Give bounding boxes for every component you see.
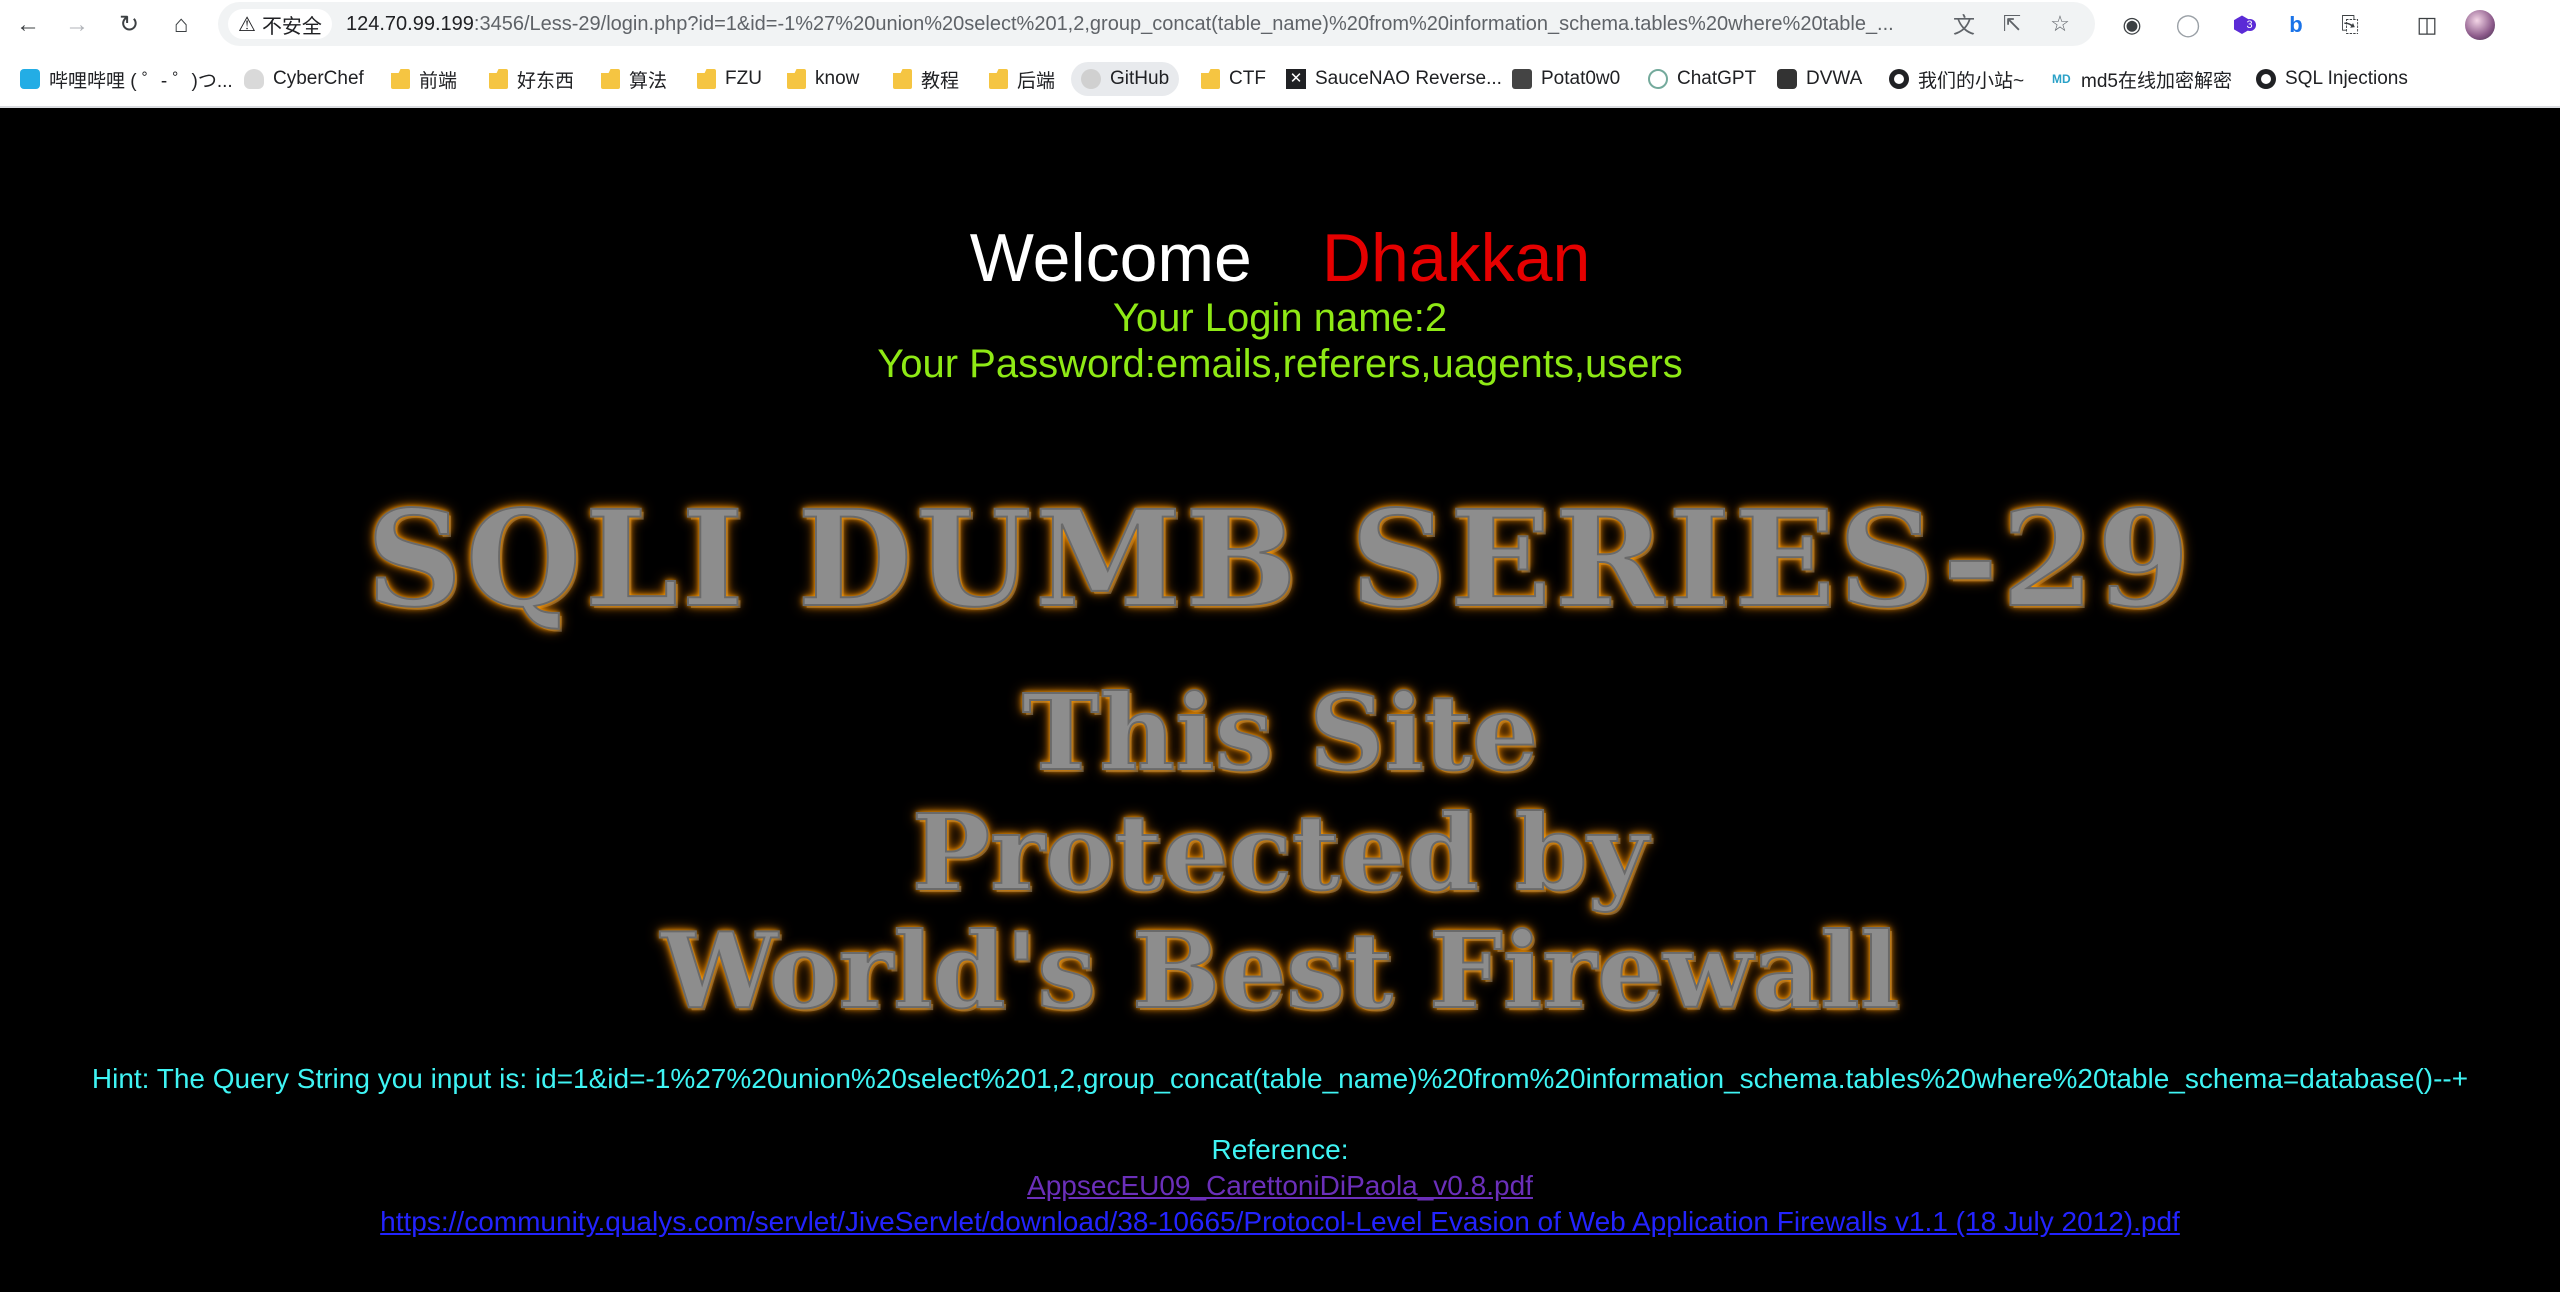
address-bar[interactable]: ⚠ 不安全 124.70.99.199:3456/Less-29/login.p…: [218, 2, 2095, 46]
folder-icon: [893, 69, 912, 89]
bookmark-label: 我们的小站~: [1918, 70, 2025, 92]
globe-icon: [2256, 69, 2276, 89]
bookmark-github[interactable]: GitHub: [1071, 62, 1180, 96]
bookmark-folder-backend[interactable]: 后端: [989, 62, 1055, 96]
folder-icon: [391, 69, 410, 89]
bookmark-label: FZU: [725, 68, 762, 89]
home-icon[interactable]: ⌂: [162, 6, 200, 44]
bookmark-folder-know[interactable]: know: [787, 62, 859, 96]
bookmark-label: 算法: [629, 70, 668, 92]
bookmark-bilibili[interactable]: 哔哩哔哩 ( ゜- ゜)つ...: [20, 62, 233, 96]
bookmark-label: CTF: [1229, 68, 1266, 89]
firewall-banner-line-1: This Site: [1021, 671, 1539, 794]
reference-link-qualys[interactable]: https://community.qualys.com/servlet/Jiv…: [0, 1204, 2560, 1240]
bookmark-label: know: [815, 68, 860, 89]
query-hint-text: Hint: The Query String you input is: id=…: [91, 1063, 2469, 1094]
puzzle-extensions-icon[interactable]: ⎘: [2333, 8, 2367, 42]
warning-triangle-icon: ⚠: [238, 13, 256, 36]
bookmark-dvwa[interactable]: DVWA: [1777, 62, 1862, 96]
bookmark-label: SQL Injections: [2285, 68, 2408, 89]
chef-hat-icon: [244, 69, 264, 89]
bookmark-label: 后端: [1017, 70, 1056, 92]
bookmark-folder-goodstuff[interactable]: 好东西: [489, 62, 574, 96]
bookmark-label: SauceNAO Reverse...: [1315, 68, 1502, 89]
bookmark-folder-fzu[interactable]: FZU: [697, 62, 762, 96]
bookmark-potat0w0[interactable]: Potat0w0: [1512, 62, 1620, 96]
bookmark-saucenao[interactable]: ✕ SauceNAO Reverse...: [1286, 62, 1502, 96]
bookmark-folder-tutorial[interactable]: 教程: [893, 62, 959, 96]
bookmark-md5[interactable]: MD md5在线加密解密: [2052, 62, 2232, 96]
folder-icon: [989, 69, 1008, 89]
side-panel-icon[interactable]: ◫: [2410, 8, 2444, 42]
password-text: Your Password:emails,referers,uagents,us…: [877, 342, 1683, 386]
bookmark-star-icon[interactable]: ☆: [2044, 8, 2076, 40]
md5-icon: MD: [2052, 72, 2071, 86]
welcome-text: Welcome: [969, 220, 1252, 296]
bookmark-our-site[interactable]: 我们的小站~: [1889, 62, 2024, 96]
folder-icon: [787, 69, 806, 89]
bilibili-icon: [20, 69, 40, 89]
bookmark-label: 教程: [921, 70, 960, 92]
security-indicator[interactable]: ⚠ 不安全: [228, 9, 332, 39]
back-arrow-icon[interactable]: ←: [9, 6, 47, 44]
bookmark-folder-ctf[interactable]: CTF: [1201, 62, 1266, 96]
share-icon[interactable]: ⇱: [1996, 8, 2028, 40]
bookmark-label: GitHub: [1110, 68, 1170, 89]
folder-icon: [697, 69, 716, 89]
extension-badge-icon[interactable]: ⬢ 3: [2227, 8, 2261, 42]
url-host: 124.70.99.199: [346, 13, 474, 35]
bookmarks-bar: 哔哩哔哩 ( ゜- ゜)つ... CyberChef 前端 好东西 算法 FZU…: [0, 50, 2560, 108]
bookmark-label: ChatGPT: [1677, 68, 1757, 89]
bookmark-label: md5在线加密解密: [2081, 70, 2232, 92]
avatar-icon: [2465, 10, 2495, 40]
security-label: 不安全: [261, 15, 322, 38]
globe-icon: [1889, 69, 1909, 89]
extension-icon[interactable]: ◉: [2115, 8, 2149, 42]
extension-badge-count: 3: [2243, 19, 2256, 31]
forward-arrow-icon[interactable]: →: [58, 6, 96, 44]
url-text[interactable]: 124.70.99.199:3456/Less-29/login.php?id=…: [346, 2, 2146, 46]
bookmark-label: 好东西: [517, 70, 575, 92]
bookmark-label: DVWA: [1806, 68, 1863, 89]
reference-link-appsec[interactable]: AppsecEU09_CarettoniDiPaola_v0.8.pdf: [0, 1168, 2560, 1204]
translate-icon[interactable]: 文: [1948, 8, 1980, 40]
bookmark-sql-injections[interactable]: SQL Injections: [2256, 62, 2408, 96]
folder-icon: [489, 69, 508, 89]
bookmark-chatgpt[interactable]: ChatGPT: [1648, 62, 1756, 96]
bing-icon[interactable]: b: [2279, 8, 2313, 42]
reload-icon[interactable]: ↻: [110, 6, 148, 44]
github-icon: [1081, 69, 1101, 89]
dvwa-icon: [1777, 69, 1797, 89]
welcome-heading: Welcome Dhakkan: [0, 216, 2560, 300]
saucenao-icon: ✕: [1286, 69, 1306, 89]
bookmark-folder-algorithm[interactable]: 算法: [601, 62, 667, 96]
dhakkan-text: Dhakkan: [1321, 220, 1591, 296]
bookmark-label: 前端: [419, 70, 458, 92]
browser-toolbar: ← → ↻ ⌂ ⚠ 不安全 124.70.99.199:3456/Less-29…: [0, 0, 2560, 50]
firewall-banner-line-3: World's Best Firewall: [660, 909, 1900, 1032]
folder-icon: [1201, 69, 1220, 89]
reference-label: Reference:: [1211, 1134, 1349, 1165]
firewall-banner-line-2: Protected by: [911, 791, 1649, 914]
profile-avatar[interactable]: [2463, 8, 2497, 42]
bookmark-label: Potat0w0: [1541, 68, 1621, 89]
url-path: :3456/Less-29/login.php?id=1&id=-1%27%20…: [473, 13, 1894, 35]
login-name-text: Your Login name:2: [1112, 296, 1448, 340]
page-content: Welcome Dhakkan Your Login name:2 Your Pa…: [0, 108, 2560, 1292]
folder-icon: [601, 69, 620, 89]
potato-icon: [1512, 69, 1532, 89]
series-title-image: SQLI DUMB SERIES-29: [366, 481, 2194, 638]
extension-circle-icon[interactable]: ◯: [2171, 8, 2205, 42]
chatgpt-icon: [1648, 69, 1668, 89]
bookmark-label: CyberChef: [273, 68, 364, 89]
bookmark-label: 哔哩哔哩 ( ゜- ゜)つ...: [49, 70, 233, 92]
bookmark-folder-frontend[interactable]: 前端: [391, 62, 457, 96]
bookmark-cyberchef[interactable]: CyberChef: [244, 62, 364, 96]
